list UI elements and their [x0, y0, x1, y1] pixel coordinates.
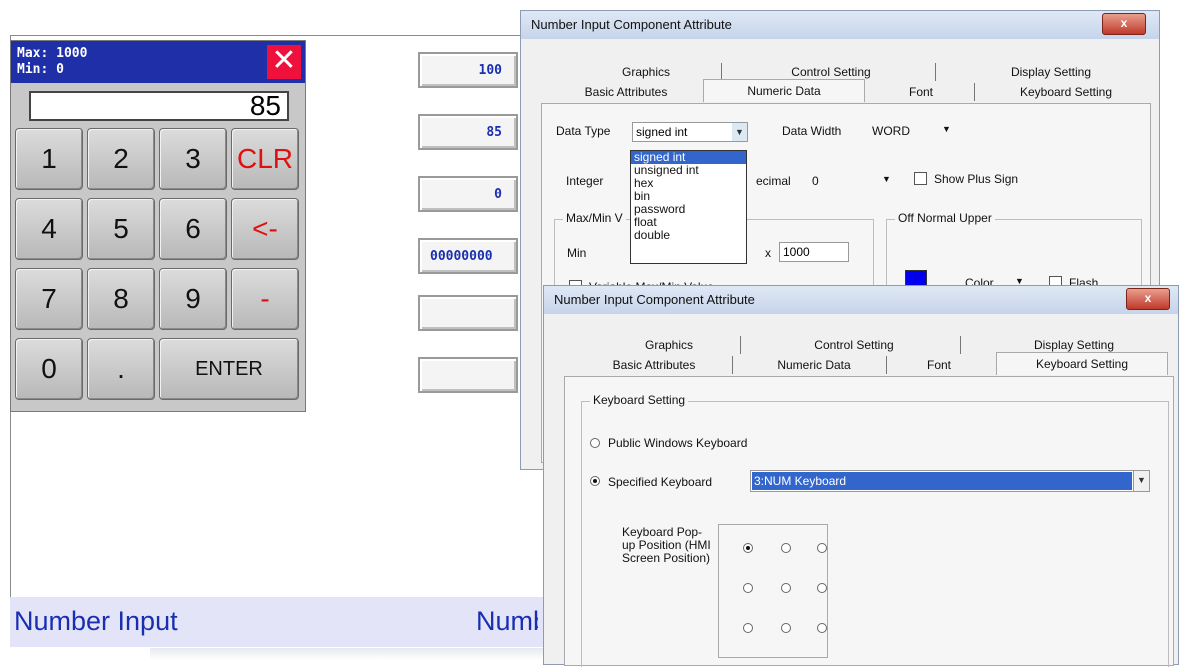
public-keyboard-label: Public Windows Keyboard [608, 436, 748, 450]
tab-numeric-data[interactable]: Numeric Data [703, 79, 865, 102]
dialog-keyboard-setting: Number Input Component Attribute x Graph… [543, 285, 1179, 667]
data-width-value[interactable]: WORD [872, 124, 910, 138]
tab-font[interactable]: Font [876, 81, 966, 103]
popup-position-top-left-radio[interactable] [743, 543, 753, 553]
dialog-title: Number Input Component Attribute [521, 11, 1159, 39]
key-9[interactable]: 9 [159, 268, 227, 330]
number-input-field-2[interactable]: 85 [418, 114, 518, 150]
tab-display-setting[interactable]: Display Setting [961, 61, 1141, 83]
integer-label: Integer [566, 174, 604, 188]
min-label: Min [567, 246, 587, 260]
keypad-header: Max: 1000 Min: 0 ✕ [11, 41, 305, 83]
keypad-display: 85 [29, 91, 289, 121]
key-8[interactable]: 8 [87, 268, 155, 330]
popup-position-middle-right-radio[interactable] [817, 583, 827, 593]
data-type-label: Data Type [556, 124, 611, 138]
tab-separator [935, 63, 936, 81]
hmi-bottom-label-left: Number Input [14, 606, 178, 636]
data-type-dropdown-list: signed int unsigned int hex bin password… [630, 150, 747, 264]
keyboard-setting-panel: Keyboard Setting Public Windows Keyboard… [564, 376, 1174, 667]
specified-keyboard-value: 3:NUM Keyboard [752, 472, 1132, 490]
key-2[interactable]: 2 [87, 128, 155, 190]
popup-position-top-right-radio[interactable] [817, 543, 827, 553]
tab-graphics[interactable]: Graphics [594, 334, 744, 356]
chevron-down-icon[interactable]: ▼ [882, 174, 891, 184]
tab-separator [740, 336, 741, 354]
dialog-title: Number Input Component Attribute [544, 286, 1178, 314]
chevron-down-icon[interactable]: ▼ [942, 124, 951, 134]
decimal-label: ecimal [756, 174, 791, 188]
popup-position-bottom-left-radio[interactable] [743, 623, 753, 633]
keyboard-setting-group: Keyboard Setting Public Windows Keyboard… [581, 393, 1169, 667]
decimal-value[interactable]: 0 [812, 174, 819, 188]
close-icon[interactable]: ✕ [267, 45, 301, 79]
number-input-field-3[interactable]: 0 [418, 176, 518, 212]
key-4[interactable]: 4 [15, 198, 83, 260]
key-decimal-point[interactable]: . [87, 338, 155, 400]
keypad-max-label: Max: 1000 [17, 46, 88, 61]
hmi-bottom-label-right: Numb [476, 606, 538, 636]
specified-keyboard-select[interactable]: 3:NUM Keyboard ▼ [750, 470, 1150, 492]
specified-keyboard-radio[interactable] [590, 476, 600, 486]
chevron-down-icon[interactable]: ▼ [732, 123, 747, 141]
close-icon[interactable]: x [1126, 288, 1170, 310]
show-plus-sign-label: Show Plus Sign [934, 172, 1019, 186]
key-0[interactable]: 0 [15, 338, 83, 400]
data-width-label: Data Width [782, 124, 842, 138]
max-min-group-title: Max/Min V [563, 211, 626, 225]
number-input-field-1[interactable]: 100 [418, 52, 518, 88]
popup-position-grid [718, 524, 828, 658]
tab-font[interactable]: Font [894, 354, 984, 376]
tab-control-setting[interactable]: Control Setting [774, 334, 934, 356]
off-normal-upper-title: Off Normal Upper [895, 211, 995, 225]
max-label: x [765, 246, 771, 260]
key-3[interactable]: 3 [159, 128, 227, 190]
tab-separator [886, 356, 887, 374]
popup-position-top-center-radio[interactable] [781, 543, 791, 553]
tab-separator [732, 356, 733, 374]
popup-position-label: Keyboard Pop-up Position (HMI Screen Pos… [622, 525, 711, 565]
key-enter[interactable]: ENTER [159, 338, 299, 400]
popup-position-bottom-right-radio[interactable] [817, 623, 827, 633]
number-input-field-4[interactable]: 00000000 [418, 238, 518, 274]
keyboard-setting-group-title: Keyboard Setting [590, 393, 689, 407]
close-icon[interactable]: x [1102, 13, 1146, 35]
tab-basic-attributes[interactable]: Basic Attributes [561, 81, 691, 103]
max-value-input[interactable]: 1000 [779, 242, 849, 262]
tab-graphics[interactable]: Graphics [571, 61, 721, 83]
reflection-strip [150, 648, 570, 660]
tab-keyboard-setting[interactable]: Keyboard Setting [996, 352, 1168, 375]
show-plus-sign-checkbox[interactable] [914, 172, 927, 185]
key-6[interactable]: 6 [159, 198, 227, 260]
data-type-option[interactable]: double [631, 229, 746, 242]
tab-basic-attributes[interactable]: Basic Attributes [584, 354, 724, 376]
key-7[interactable]: 7 [15, 268, 83, 330]
tab-keyboard-setting[interactable]: Keyboard Setting [981, 81, 1151, 103]
number-input-field-6[interactable] [418, 357, 518, 393]
popup-position-bottom-center-radio[interactable] [781, 623, 791, 633]
popup-position-middle-left-radio[interactable] [743, 583, 753, 593]
key-clear[interactable]: CLR [231, 128, 299, 190]
numeric-keypad: Max: 1000 Min: 0 ✕ 85 1 2 3 CLR 4 5 6 <-… [10, 40, 306, 412]
keypad-min-label: Min: 0 [17, 62, 64, 77]
chevron-down-icon[interactable]: ▼ [1133, 471, 1149, 491]
tab-numeric-data[interactable]: Numeric Data [744, 354, 884, 376]
popup-position-middle-center-radio[interactable] [781, 583, 791, 593]
key-backspace[interactable]: <- [231, 198, 299, 260]
key-minus[interactable]: - [231, 268, 299, 330]
public-keyboard-radio[interactable] [590, 438, 600, 448]
number-input-field-5[interactable] [418, 295, 518, 331]
data-type-value: signed int [636, 125, 688, 139]
key-5[interactable]: 5 [87, 198, 155, 260]
tab-separator [974, 83, 975, 101]
data-type-select[interactable]: signed int ▼ [632, 122, 748, 142]
key-1[interactable]: 1 [15, 128, 83, 190]
specified-keyboard-label: Specified Keyboard [608, 475, 713, 489]
tab-separator [960, 336, 961, 354]
